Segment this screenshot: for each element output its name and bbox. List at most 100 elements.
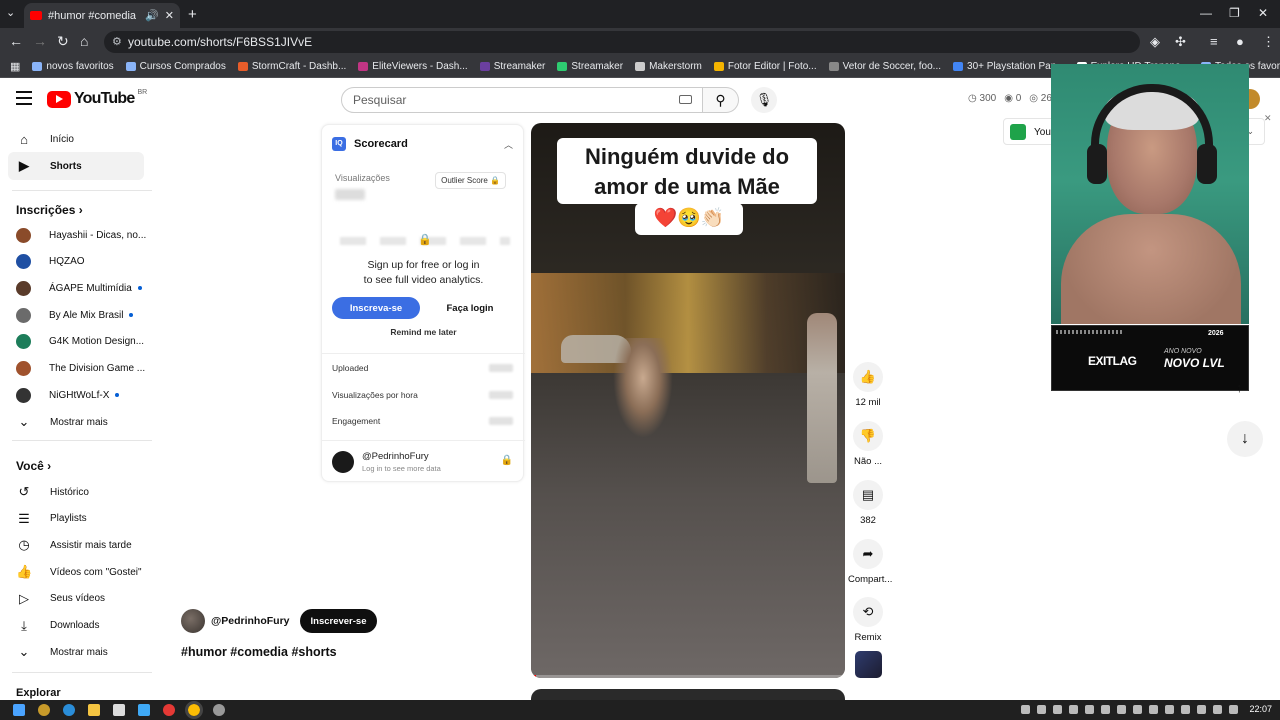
signup-button[interactable]: Inscreva-se <box>332 297 420 319</box>
sidebar-item-subscription[interactable]: ÁGAPE Multimídia <box>8 274 144 302</box>
like-button[interactable]: 👍 12 mil <box>848 362 888 408</box>
sidebar-item-inicio[interactable]: ⌂ Início <box>8 125 144 153</box>
shorts-video[interactable]: Ninguém duvide do amor de uma Mãe ❤️🥹👏🏻 <box>531 123 845 678</box>
avatar[interactable] <box>181 609 205 633</box>
comments-button[interactable]: ▤ 382 <box>848 480 888 526</box>
search-input[interactable]: Pesquisar <box>341 87 703 113</box>
extension-icon[interactable]: ◈ <box>1150 34 1160 50</box>
chrome-icon[interactable] <box>185 701 203 719</box>
subscriptions-heading[interactable]: Inscrições › <box>16 203 83 217</box>
taskbar-app-icon[interactable] <box>213 704 225 716</box>
sidebar-item-like[interactable]: 👍 Vídeos com "Gostei" <box>8 558 144 586</box>
search-button[interactable]: ⚲ <box>703 87 739 113</box>
avatar <box>16 280 31 296</box>
login-button[interactable]: Faça login <box>426 297 514 319</box>
tab-search-icon[interactable]: ⌄ <box>6 6 15 19</box>
sidebar-item-your-videos[interactable]: ▷ Seus vídeos <box>8 585 144 613</box>
bookmark-favicon-icon <box>358 62 369 71</box>
youtube-favicon-icon <box>30 11 42 20</box>
dislike-button[interactable]: 👎 Não ... <box>848 421 888 467</box>
minimize-icon[interactable]: — <box>1200 6 1212 20</box>
bookmark-item[interactable]: EliteViewers - Dash... <box>358 61 468 72</box>
channel-name[interactable]: @PedrinhoFury <box>211 615 290 627</box>
ad-big-text: NOVO LVL <box>1164 356 1225 370</box>
forward-icon[interactable]: → <box>33 33 47 49</box>
browser-tab[interactable]: #humor #comedia #shorts 🔊 ✕ <box>24 3 180 28</box>
show-more-subs[interactable]: ⌄ Mostrar mais <box>8 408 144 436</box>
bookmark-item[interactable]: Fotor Editor | Foto... <box>713 61 817 72</box>
video-caption: Ninguém duvide do amor de uma Mãe <box>557 138 817 204</box>
sidebar-item-subscription[interactable]: HQZAO <box>8 248 144 276</box>
taskbar-app-icon[interactable] <box>163 704 175 716</box>
store-icon[interactable] <box>113 704 125 716</box>
sidebar-item-download[interactable]: ⤓ Downloads <box>8 612 144 640</box>
sidebar-item-history[interactable]: ↺ Histórico <box>8 478 144 506</box>
lock-icon: 🔒 <box>500 455 513 466</box>
bookmark-item[interactable]: Cursos Comprados <box>125 61 226 72</box>
progress-bar[interactable] <box>531 675 845 678</box>
share-button[interactable]: ➦ Compart... <box>848 539 892 585</box>
remind-later-link[interactable]: Remind me later <box>322 327 525 337</box>
new-tab-icon[interactable]: + <box>188 6 197 23</box>
user-sub: Log in to see more data <box>362 464 441 473</box>
next-video-button[interactable]: ↓ <box>1227 421 1263 457</box>
bookmark-item[interactable]: Vetor de Soccer, foo... <box>828 61 941 72</box>
bookmark-item[interactable]: novos favoritos <box>32 61 114 72</box>
bookmark-item[interactable]: Makerstorm <box>635 61 702 72</box>
outlier-score-badge[interactable]: Outlier Score 🔒 <box>435 172 506 189</box>
remix-button[interactable]: ⟲ Remix <box>848 597 888 643</box>
sidebar-item-subscription[interactable]: By Ale Mix Brasil <box>8 301 144 329</box>
sidebar-item-subscription[interactable]: Hayashii - Dicas, no... <box>8 221 146 249</box>
bookmark-item[interactable]: 30+ Playstation Pap... <box>953 61 1065 72</box>
you-heading[interactable]: Você › <box>16 459 51 473</box>
apps-grid-icon[interactable]: ▦ <box>10 60 20 73</box>
audio-thumbnail[interactable] <box>855 651 882 678</box>
back-icon[interactable]: ← <box>9 33 23 49</box>
edge-icon[interactable] <box>63 704 75 716</box>
explorer-icon[interactable] <box>88 704 100 716</box>
taskbar-app-icon[interactable] <box>138 704 150 716</box>
sidebar-item-subscription[interactable]: G4K Motion Design... <box>8 328 144 356</box>
sidebar-item-shorts[interactable]: ▶ Shorts <box>8 152 144 180</box>
close-icon[interactable]: ✕ <box>1264 113 1272 124</box>
reload-icon[interactable]: ↻ <box>57 33 69 50</box>
media-icon[interactable]: ≡ <box>1210 34 1218 49</box>
profile-icon[interactable]: ● <box>1236 34 1244 49</box>
tab-close-icon[interactable]: ✕ <box>165 9 174 22</box>
site-info-icon[interactable]: ⚙ <box>112 35 122 48</box>
video-title[interactable]: #humor #comedia #shorts <box>181 645 337 659</box>
sidebar-item-watch-later[interactable]: ◷ Assistir mais tarde <box>8 531 144 559</box>
divider <box>12 440 152 441</box>
window-close-icon[interactable]: ✕ <box>1258 6 1268 20</box>
bookmark-item[interactable]: StormCraft - Dashb... <box>237 61 346 72</box>
start-icon[interactable] <box>13 704 25 716</box>
subscribe-button[interactable]: Inscrever-se <box>299 609 378 633</box>
youtube-logo[interactable]: YouTube BR <box>47 89 147 108</box>
webcam-body <box>1061 214 1241 324</box>
sidebar-item-label: Downloads <box>50 620 100 631</box>
home-browser-icon[interactable]: ⌂ <box>80 33 88 49</box>
headphones-icon <box>1091 84 1213 176</box>
menu-dots-icon[interactable]: ⋮ <box>1262 34 1275 50</box>
bookmark-item[interactable]: Streamaker <box>557 61 623 72</box>
restore-icon[interactable]: ❐ <box>1229 6 1240 20</box>
scorecard-header[interactable]: IQ Scorecard <box>332 137 408 151</box>
taskbar-app-icon[interactable] <box>38 704 50 716</box>
sidebar-item-subscription[interactable]: NiGHtWoLf-X <box>8 381 144 409</box>
url-field[interactable]: ⚙ youtube.com/shorts/F6BSS1JIVvE <box>104 31 1140 53</box>
bookmark-item[interactable]: Streamaker <box>479 61 545 72</box>
explore-heading: Explorar <box>16 687 61 699</box>
previous-video-icon[interactable]: ↑ <box>1236 380 1243 395</box>
menu-icon[interactable] <box>16 91 32 109</box>
extensions-puzzle-icon[interactable]: ✣ <box>1175 34 1186 50</box>
keyboard-icon[interactable] <box>679 95 692 104</box>
sidebar-item-playlists[interactable]: ☰ Playlists <box>8 505 144 533</box>
divider <box>322 353 525 354</box>
speaker-icon[interactable]: 🔊 <box>145 9 159 22</box>
sidebar-item-subscription[interactable]: The Division Game ... <box>8 355 145 383</box>
bookmark-favicon-icon <box>713 62 724 71</box>
system-tray[interactable] <box>1021 705 1238 714</box>
collapse-icon[interactable]: ︿ <box>504 138 513 151</box>
voice-search-button[interactable]: 🎙 <box>751 87 777 113</box>
show-more-you[interactable]: ⌄ Mostrar mais <box>8 638 144 666</box>
